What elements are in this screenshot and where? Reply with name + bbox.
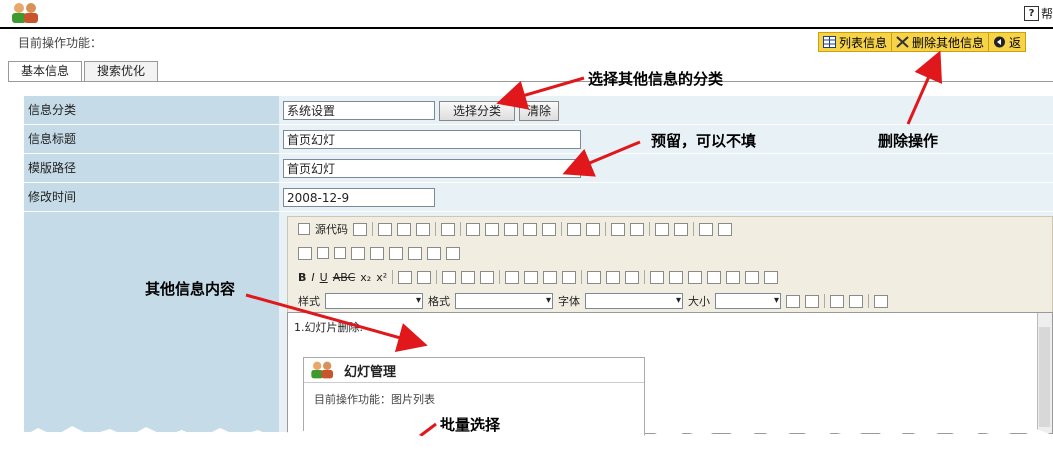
- arrow-select-category: [496, 76, 585, 110]
- annotation-arrows: [245, 50, 943, 438]
- arrow-other-content: [245, 293, 428, 353]
- arrow-reserved: [562, 140, 641, 177]
- torn-edge: [0, 426, 1053, 450]
- arrow-delete-op: [906, 50, 943, 125]
